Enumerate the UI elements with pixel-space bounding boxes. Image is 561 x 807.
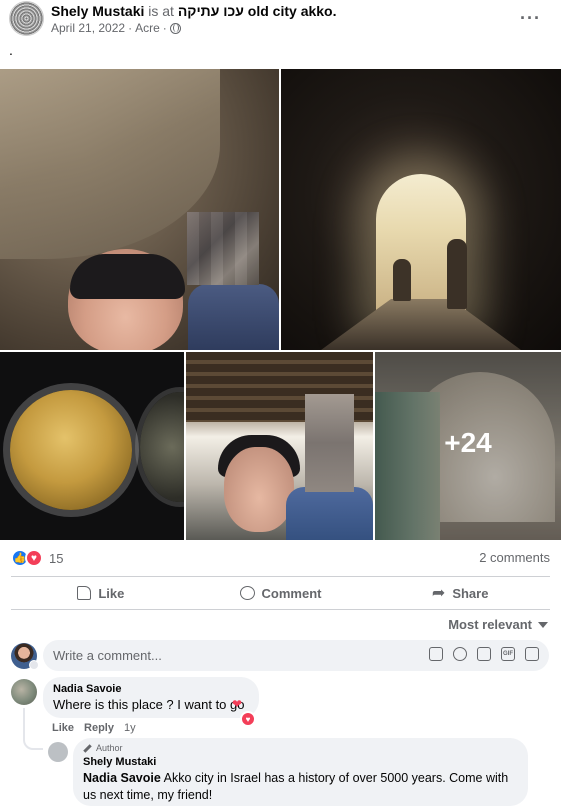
checkin-place[interactable]: עכו עתיקה old city akko. [178,3,337,19]
share-button[interactable]: ➦ Share [370,577,550,609]
comment-bubble-icon [239,586,255,600]
reply-text: Nadia Savoie Akko city in Israel has a h… [83,770,523,804]
caret-down-icon [538,621,548,628]
comment-label: Comment [261,585,322,601]
love-reaction-icon: ♥ [25,549,43,567]
post-date[interactable]: April 21, 2022 [51,21,125,35]
photo-5-more[interactable]: +24 [375,352,561,540]
thread-connector [23,708,43,750]
commenter-avatar[interactable] [11,679,37,705]
author-badge-label: Author [96,743,123,753]
blurred-face [305,394,354,492]
author-line: Shely Mustaki is at עכו עתיקה old city a… [51,3,337,19]
camera-icon[interactable] [477,647,491,661]
more-photos-count[interactable]: +24 [375,352,561,540]
silhouette [393,259,411,301]
reply-author-name[interactable]: Shely Mustaki [83,756,156,768]
comment-input[interactable] [53,640,423,671]
post-location: Acre [135,21,160,35]
photo-1[interactable] [0,69,279,350]
love-reaction-icon[interactable]: ♥ [240,711,256,727]
gold-coin [10,390,132,510]
share-label: Share [452,585,489,601]
sticker-icon[interactable] [525,647,539,661]
reply-author-avatar[interactable] [48,742,68,762]
like-label: Like [98,585,125,601]
reactions-summary[interactable]: 👍 ♥ 15 [11,549,63,567]
post-header: Shely Mustaki is at עכו עתיקה old city a… [0,0,561,60]
comment-composer[interactable]: GIF [43,640,549,671]
photo-grid: +24 [0,69,561,540]
comment-time[interactable]: 1y [124,722,136,734]
coin-display [140,392,184,502]
comment-bubble: Nadia Savoie Where is this place ? I wan… [43,677,259,718]
globe-icon [169,22,181,34]
mention-link[interactable]: Nadia Savoie [83,771,161,785]
silhouette [447,239,467,309]
post-actions: Like Comment ➦ Share [11,577,550,609]
photo-shirt [286,487,373,540]
photo-2[interactable] [281,69,561,350]
composer-tools: GIF [429,647,539,661]
comment-like-link[interactable]: Like [52,722,74,734]
gif-icon[interactable]: GIF [501,647,515,661]
author-name[interactable]: Shely Mustaki [51,3,144,19]
tunnel-floor [321,299,521,350]
meta-separator: · [128,21,133,35]
share-arrow-icon: ➦ [431,584,446,602]
reply-bubble: Author Shely Mustaki Nadia Savoie Akko c… [73,738,528,806]
photo-4[interactable] [186,352,373,540]
reaction-count: 15 [49,550,64,566]
emoji-icon[interactable] [453,647,467,661]
thumbs-up-icon [77,586,92,600]
post-text: . [9,42,13,58]
commenter-name[interactable]: Nadia Savoie [53,683,121,695]
blurred-face [187,212,259,285]
is-at-text: is at [148,3,174,19]
sort-label: Most relevant [448,617,532,632]
meta-separator: · [162,21,167,35]
comment-sort-dropdown[interactable]: Most relevant [448,617,548,632]
photo-hair [70,254,185,299]
comment-reply-link[interactable]: Reply [84,722,114,734]
comment-text: Where is this place ? I want to go [53,697,245,712]
photo-face [224,447,294,532]
photo-person [188,284,279,350]
photo-3[interactable] [0,352,184,540]
author-avatar[interactable] [9,1,44,36]
avatar-status-chevron-icon[interactable] [29,660,39,670]
avatar-sticker-icon[interactable] [429,647,443,661]
comment-meta: Like Reply 1y [52,722,136,734]
author-badge: Author [83,743,123,753]
heart-emoji-icon: ❤ [232,697,243,711]
comment-button[interactable]: Comment [191,577,371,609]
pencil-icon [83,743,92,753]
more-options-icon[interactable]: ··· [520,8,541,29]
divider [11,609,550,610]
post-meta: April 21, 2022 · Acre · [51,21,181,35]
like-button[interactable]: Like [11,577,191,609]
comments-count[interactable]: 2 comments [479,550,550,565]
